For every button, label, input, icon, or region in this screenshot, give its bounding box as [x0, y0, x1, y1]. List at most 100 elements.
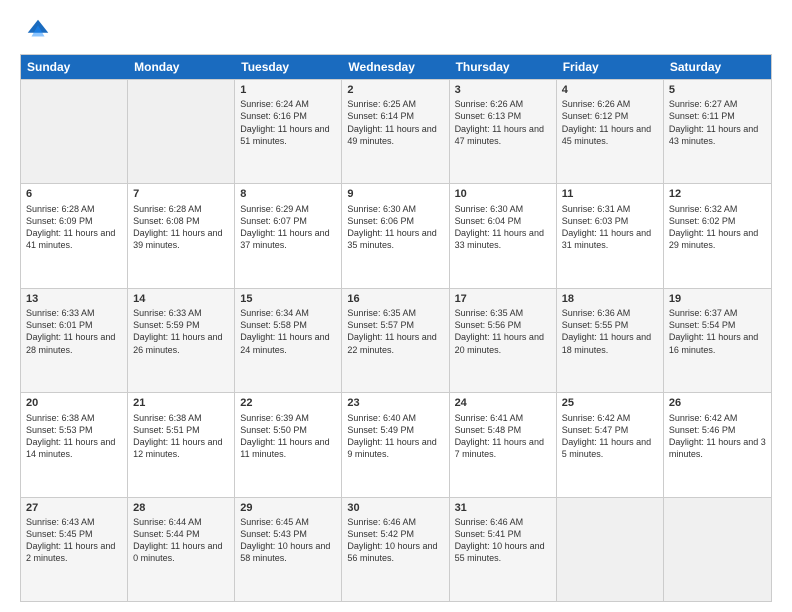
day-info: Sunrise: 6:33 AM Sunset: 6:01 PM Dayligh…	[26, 307, 122, 356]
day-number: 12	[669, 187, 766, 201]
day-info: Sunrise: 6:29 AM Sunset: 6:07 PM Dayligh…	[240, 203, 336, 252]
day-cell-10: 10 Sunrise: 6:30 AM Sunset: 6:04 PM Dayli…	[450, 184, 557, 287]
day-info: Sunrise: 6:28 AM Sunset: 6:08 PM Dayligh…	[133, 203, 229, 252]
day-cell-6: 6Sunrise: 6:28 AM Sunset: 6:09 PM Daylig…	[21, 184, 128, 287]
day-info: Sunrise: 6:39 AM Sunset: 5:50 PM Dayligh…	[240, 412, 336, 461]
day-cell-9: 9Sunrise: 6:30 AM Sunset: 6:06 PM Daylig…	[342, 184, 449, 287]
day-cell-20: 20Sunrise: 6:38 AM Sunset: 5:53 PM Dayli…	[21, 393, 128, 496]
header	[20, 16, 772, 44]
day-cell-15: 15Sunrise: 6:34 AM Sunset: 5:58 PM Dayli…	[235, 289, 342, 392]
day-number: 11	[562, 187, 658, 201]
calendar-week-3: 13Sunrise: 6:33 AM Sunset: 6:01 PM Dayli…	[21, 288, 771, 392]
header-day-monday: Monday	[128, 55, 235, 79]
day-cell-30: 30Sunrise: 6:46 AM Sunset: 5:42 PM Dayli…	[342, 498, 449, 601]
day-cell-28: 28Sunrise: 6:44 AM Sunset: 5:44 PM Dayli…	[128, 498, 235, 601]
day-number: 31	[455, 501, 551, 515]
day-number: 2	[347, 83, 443, 97]
day-cell-7: 7Sunrise: 6:28 AM Sunset: 6:08 PM Daylig…	[128, 184, 235, 287]
day-number: 14	[133, 292, 229, 306]
day-number: 23	[347, 396, 443, 410]
calendar-header: SundayMondayTuesdayWednesdayThursdayFrid…	[21, 55, 771, 79]
day-number: 15	[240, 292, 336, 306]
day-info: Sunrise: 6:37 AM Sunset: 5:54 PM Dayligh…	[669, 307, 766, 356]
day-number: 26	[669, 396, 766, 410]
day-info: Sunrise: 6:25 AM Sunset: 6:14 PM Dayligh…	[347, 98, 443, 147]
header-day-saturday: Saturday	[664, 55, 771, 79]
empty-cell	[128, 80, 235, 183]
day-number: 8	[240, 187, 336, 201]
day-number: 17	[455, 292, 551, 306]
day-number: 10	[455, 187, 551, 201]
day-cell-2: 2Sunrise: 6:25 AM Sunset: 6:14 PM Daylig…	[342, 80, 449, 183]
day-cell-24: 24 Sunrise: 6:41 AM Sunset: 5:48 PM Dayli…	[450, 393, 557, 496]
day-cell-3: 3Sunrise: 6:26 AM Sunset: 6:13 PM Daylig…	[450, 80, 557, 183]
day-info: Sunrise: 6:40 AM Sunset: 5:49 PM Dayligh…	[347, 412, 443, 461]
day-number: 16	[347, 292, 443, 306]
page: SundayMondayTuesdayWednesdayThursdayFrid…	[0, 0, 792, 612]
calendar-week-4: 20Sunrise: 6:38 AM Sunset: 5:53 PM Dayli…	[21, 392, 771, 496]
day-number: 27	[26, 501, 122, 515]
day-cell-29: 29Sunrise: 6:45 AM Sunset: 5:43 PM Dayli…	[235, 498, 342, 601]
day-info: Sunrise: 6:27 AM Sunset: 6:11 PM Dayligh…	[669, 98, 766, 147]
logo	[20, 16, 54, 44]
calendar: SundayMondayTuesdayWednesdayThursdayFrid…	[20, 54, 772, 602]
day-info: Sunrise: 6:46 AM Sunset: 5:41 PM Dayligh…	[455, 516, 551, 565]
day-info: Sunrise: 6:44 AM Sunset: 5:44 PM Dayligh…	[133, 516, 229, 565]
day-cell-23: 23 Sunrise: 6:40 AM Sunset: 5:49 PM Dayli…	[342, 393, 449, 496]
day-number: 1	[240, 83, 336, 97]
day-info: Sunrise: 6:35 AM Sunset: 5:56 PM Dayligh…	[455, 307, 551, 356]
day-number: 6	[26, 187, 122, 201]
day-cell-27: 27Sunrise: 6:43 AM Sunset: 5:45 PM Dayli…	[21, 498, 128, 601]
day-number: 24	[455, 396, 551, 410]
header-day-sunday: Sunday	[21, 55, 128, 79]
day-number: 20	[26, 396, 122, 410]
day-info: Sunrise: 6:31 AM Sunset: 6:03 PM Dayligh…	[562, 203, 658, 252]
day-info: Sunrise: 6:35 AM Sunset: 5:57 PM Dayligh…	[347, 307, 443, 356]
day-cell-19: 19Sunrise: 6:37 AM Sunset: 5:54 PM Dayli…	[664, 289, 771, 392]
day-number: 21	[133, 396, 229, 410]
day-cell-5: 5Sunrise: 6:27 AM Sunset: 6:11 PM Daylig…	[664, 80, 771, 183]
day-info: Sunrise: 6:36 AM Sunset: 5:55 PM Dayligh…	[562, 307, 658, 356]
day-cell-17: 17Sunrise: 6:35 AM Sunset: 5:56 PM Dayli…	[450, 289, 557, 392]
day-info: Sunrise: 6:41 AM Sunset: 5:48 PM Dayligh…	[455, 412, 551, 461]
header-day-wednesday: Wednesday	[342, 55, 449, 79]
calendar-body: 1Sunrise: 6:24 AM Sunset: 6:16 PM Daylig…	[21, 79, 771, 601]
day-info: Sunrise: 6:45 AM Sunset: 5:43 PM Dayligh…	[240, 516, 336, 565]
day-number: 18	[562, 292, 658, 306]
day-info: Sunrise: 6:43 AM Sunset: 5:45 PM Dayligh…	[26, 516, 122, 565]
day-cell-11: 11 Sunrise: 6:31 AM Sunset: 6:03 PM Dayli…	[557, 184, 664, 287]
day-info: Sunrise: 6:33 AM Sunset: 5:59 PM Dayligh…	[133, 307, 229, 356]
day-number: 19	[669, 292, 766, 306]
day-number: 5	[669, 83, 766, 97]
day-info: Sunrise: 6:46 AM Sunset: 5:42 PM Dayligh…	[347, 516, 443, 565]
day-info: Sunrise: 6:26 AM Sunset: 6:13 PM Dayligh…	[455, 98, 551, 147]
day-info: Sunrise: 6:38 AM Sunset: 5:51 PM Dayligh…	[133, 412, 229, 461]
day-number: 28	[133, 501, 229, 515]
calendar-week-1: 1Sunrise: 6:24 AM Sunset: 6:16 PM Daylig…	[21, 79, 771, 183]
day-cell-8: 8 Sunrise: 6:29 AM Sunset: 6:07 PM Daylig…	[235, 184, 342, 287]
logo-icon	[24, 16, 52, 44]
day-info: Sunrise: 6:30 AM Sunset: 6:04 PM Dayligh…	[455, 203, 551, 252]
day-number: 29	[240, 501, 336, 515]
day-info: Sunrise: 6:42 AM Sunset: 5:47 PM Dayligh…	[562, 412, 658, 461]
day-info: Sunrise: 6:34 AM Sunset: 5:58 PM Dayligh…	[240, 307, 336, 356]
day-cell-16: 16Sunrise: 6:35 AM Sunset: 5:57 PM Dayli…	[342, 289, 449, 392]
header-day-thursday: Thursday	[450, 55, 557, 79]
day-cell-4: 4Sunrise: 6:26 AM Sunset: 6:12 PM Daylig…	[557, 80, 664, 183]
header-day-tuesday: Tuesday	[235, 55, 342, 79]
day-info: Sunrise: 6:24 AM Sunset: 6:16 PM Dayligh…	[240, 98, 336, 147]
day-info: Sunrise: 6:26 AM Sunset: 6:12 PM Dayligh…	[562, 98, 658, 147]
day-info: Sunrise: 6:32 AM Sunset: 6:02 PM Dayligh…	[669, 203, 766, 252]
day-cell-1: 1Sunrise: 6:24 AM Sunset: 6:16 PM Daylig…	[235, 80, 342, 183]
day-cell-13: 13Sunrise: 6:33 AM Sunset: 6:01 PM Dayli…	[21, 289, 128, 392]
day-cell-22: 22Sunrise: 6:39 AM Sunset: 5:50 PM Dayli…	[235, 393, 342, 496]
empty-cell	[557, 498, 664, 601]
day-cell-31: 31Sunrise: 6:46 AM Sunset: 5:41 PM Dayli…	[450, 498, 557, 601]
calendar-week-2: 6Sunrise: 6:28 AM Sunset: 6:09 PM Daylig…	[21, 183, 771, 287]
empty-cell	[21, 80, 128, 183]
day-number: 30	[347, 501, 443, 515]
day-cell-25: 25Sunrise: 6:42 AM Sunset: 5:47 PM Dayli…	[557, 393, 664, 496]
calendar-week-5: 27Sunrise: 6:43 AM Sunset: 5:45 PM Dayli…	[21, 497, 771, 601]
day-number: 9	[347, 187, 443, 201]
day-cell-18: 18Sunrise: 6:36 AM Sunset: 5:55 PM Dayli…	[557, 289, 664, 392]
